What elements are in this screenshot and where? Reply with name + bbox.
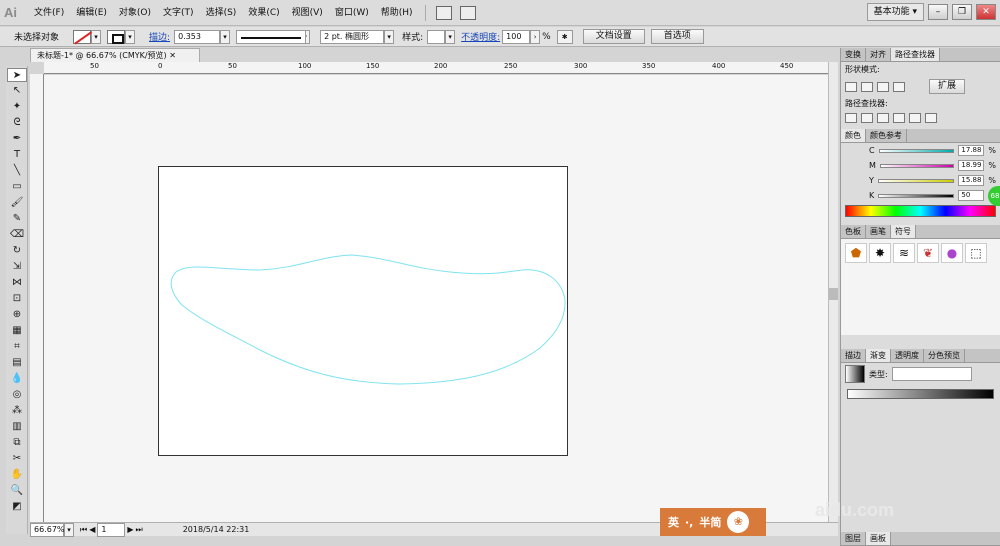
- gradient-thumbnail[interactable]: [845, 365, 865, 383]
- color-magenta-row: M 18.99%: [841, 158, 1000, 173]
- exclude-icon[interactable]: [893, 81, 905, 92]
- gradient-type-row: 类型:: [841, 363, 1000, 385]
- channel-label: M: [869, 161, 876, 170]
- tab-stroke[interactable]: 描边: [841, 349, 866, 362]
- splat-symbol-icon[interactable]: ✸: [869, 243, 891, 263]
- shield-symbol-icon[interactable]: ⬟: [845, 243, 867, 263]
- chevron-down-icon[interactable]: ▾: [64, 522, 74, 537]
- cyan-input[interactable]: 17.88: [958, 145, 985, 156]
- unit: %: [988, 176, 996, 185]
- tab-gradient[interactable]: 渐变: [866, 349, 891, 362]
- minus-back-icon[interactable]: [925, 113, 937, 123]
- color-black-row: K50%: [841, 188, 1000, 203]
- lip-shape-outline: [170, 254, 566, 385]
- layers-panel-tabs: 图层 画板: [841, 532, 1000, 546]
- yellow-input[interactable]: 15.88: [958, 175, 985, 186]
- tab-brushes[interactable]: 画笔: [866, 225, 891, 238]
- gradient-type-label: 类型:: [869, 369, 888, 379]
- prev-page-icon[interactable]: ◀: [89, 525, 95, 534]
- tab-artboards[interactable]: 画板: [866, 532, 891, 545]
- divide-icon[interactable]: [845, 113, 857, 123]
- trim-icon[interactable]: [861, 113, 873, 123]
- paw-icon[interactable]: ❀: [727, 511, 750, 533]
- next-page-icon[interactable]: ▶: [127, 525, 133, 534]
- ime-simplified[interactable]: 半简: [699, 514, 721, 530]
- tab-align[interactable]: 对齐: [866, 48, 891, 61]
- tab-separations[interactable]: 分色预览: [924, 349, 965, 362]
- vertical-scrollbar[interactable]: [828, 62, 838, 522]
- tab-transparency[interactable]: 透明度: [891, 349, 924, 362]
- ime-toolbar[interactable]: 英 ·, 半简 ❀: [660, 508, 766, 536]
- black-slider[interactable]: [878, 193, 955, 198]
- pathfinders-label: 路径查找器:: [845, 99, 888, 108]
- artboard-number-input[interactable]: 1: [97, 522, 126, 537]
- last-page-icon[interactable]: ⏭: [136, 525, 143, 535]
- channel-label: Y: [869, 176, 874, 185]
- zoom-input[interactable]: 66.67%: [30, 522, 65, 537]
- dashed-frame-symbol-icon[interactable]: ⬚: [965, 243, 987, 263]
- magenta-slider[interactable]: [879, 163, 955, 168]
- tab-color[interactable]: 颜色: [841, 129, 866, 142]
- symbol-list-empty-area: [841, 265, 1000, 335]
- shape-modes-label: 形状模式:: [845, 65, 880, 74]
- ime-punct[interactable]: ·,: [685, 516, 693, 529]
- unite-icon[interactable]: [845, 81, 857, 92]
- first-page-icon[interactable]: ⏮: [80, 525, 87, 535]
- unit: %: [988, 146, 996, 155]
- color-spectrum[interactable]: [845, 205, 996, 217]
- cyan-slider[interactable]: [878, 148, 955, 153]
- ribbon-symbol-icon[interactable]: ❦: [917, 243, 939, 263]
- sphere-symbol-icon[interactable]: ●: [941, 243, 963, 263]
- swatches-panel-tabs: 色板 画笔 符号: [841, 225, 1000, 239]
- symbol-list: ⬟ ✸ ≋ ❦ ● ⬚: [841, 239, 1000, 265]
- tab-color-guide[interactable]: 颜色参考: [866, 129, 907, 142]
- intersect-icon[interactable]: [877, 81, 889, 92]
- right-panel-dock: 变换 对齐 路径查找器 形状模式: 扩展 路径查找器: 颜色 颜色参考 C 17.…: [840, 48, 1000, 546]
- yellow-slider[interactable]: [877, 178, 955, 183]
- merge-icon[interactable]: [877, 113, 889, 123]
- pathfinder-panel-tabs: 变换 对齐 路径查找器: [841, 48, 1000, 62]
- magenta-input[interactable]: 18.99: [958, 160, 985, 171]
- color-panel-tabs: 颜色 颜色参考: [841, 129, 1000, 143]
- tab-symbols[interactable]: 符号: [891, 225, 916, 238]
- tab-layers[interactable]: 图层: [841, 532, 866, 545]
- gradient-slider[interactable]: [847, 389, 994, 399]
- ime-mode[interactable]: 英: [668, 514, 679, 530]
- tab-pathfinder[interactable]: 路径查找器: [891, 48, 940, 61]
- watermark: aidu.com: [815, 500, 895, 520]
- tab-swatches[interactable]: 色板: [841, 225, 866, 238]
- status-datetime: 2018/5/14 22:31: [182, 525, 250, 534]
- color-cyan-row: C 17.88%: [841, 143, 1000, 158]
- gradient-type-select[interactable]: [891, 367, 972, 381]
- gradient-panel-tabs: 描边 渐变 透明度 分色预览: [841, 349, 1000, 363]
- expand-button[interactable]: 扩展: [929, 79, 966, 94]
- color-yellow-row: Y 15.88%: [841, 173, 1000, 188]
- symbol-panel-footer: [841, 335, 1000, 349]
- unit: %: [988, 161, 996, 170]
- crop-icon[interactable]: [893, 113, 905, 123]
- brush-stroke-symbol-icon[interactable]: ≋: [893, 243, 915, 263]
- minus-front-icon[interactable]: [861, 81, 873, 92]
- channel-label: C: [869, 146, 875, 155]
- shape-modes-row: 扩展: [841, 77, 1000, 96]
- channel-label: K: [869, 191, 875, 200]
- tab-transform[interactable]: 变换: [841, 48, 866, 61]
- pathfinder-row: [841, 111, 1000, 125]
- outline-icon[interactable]: [909, 113, 921, 123]
- black-input[interactable]: 50: [958, 190, 985, 201]
- scroll-thumb[interactable]: [829, 288, 838, 300]
